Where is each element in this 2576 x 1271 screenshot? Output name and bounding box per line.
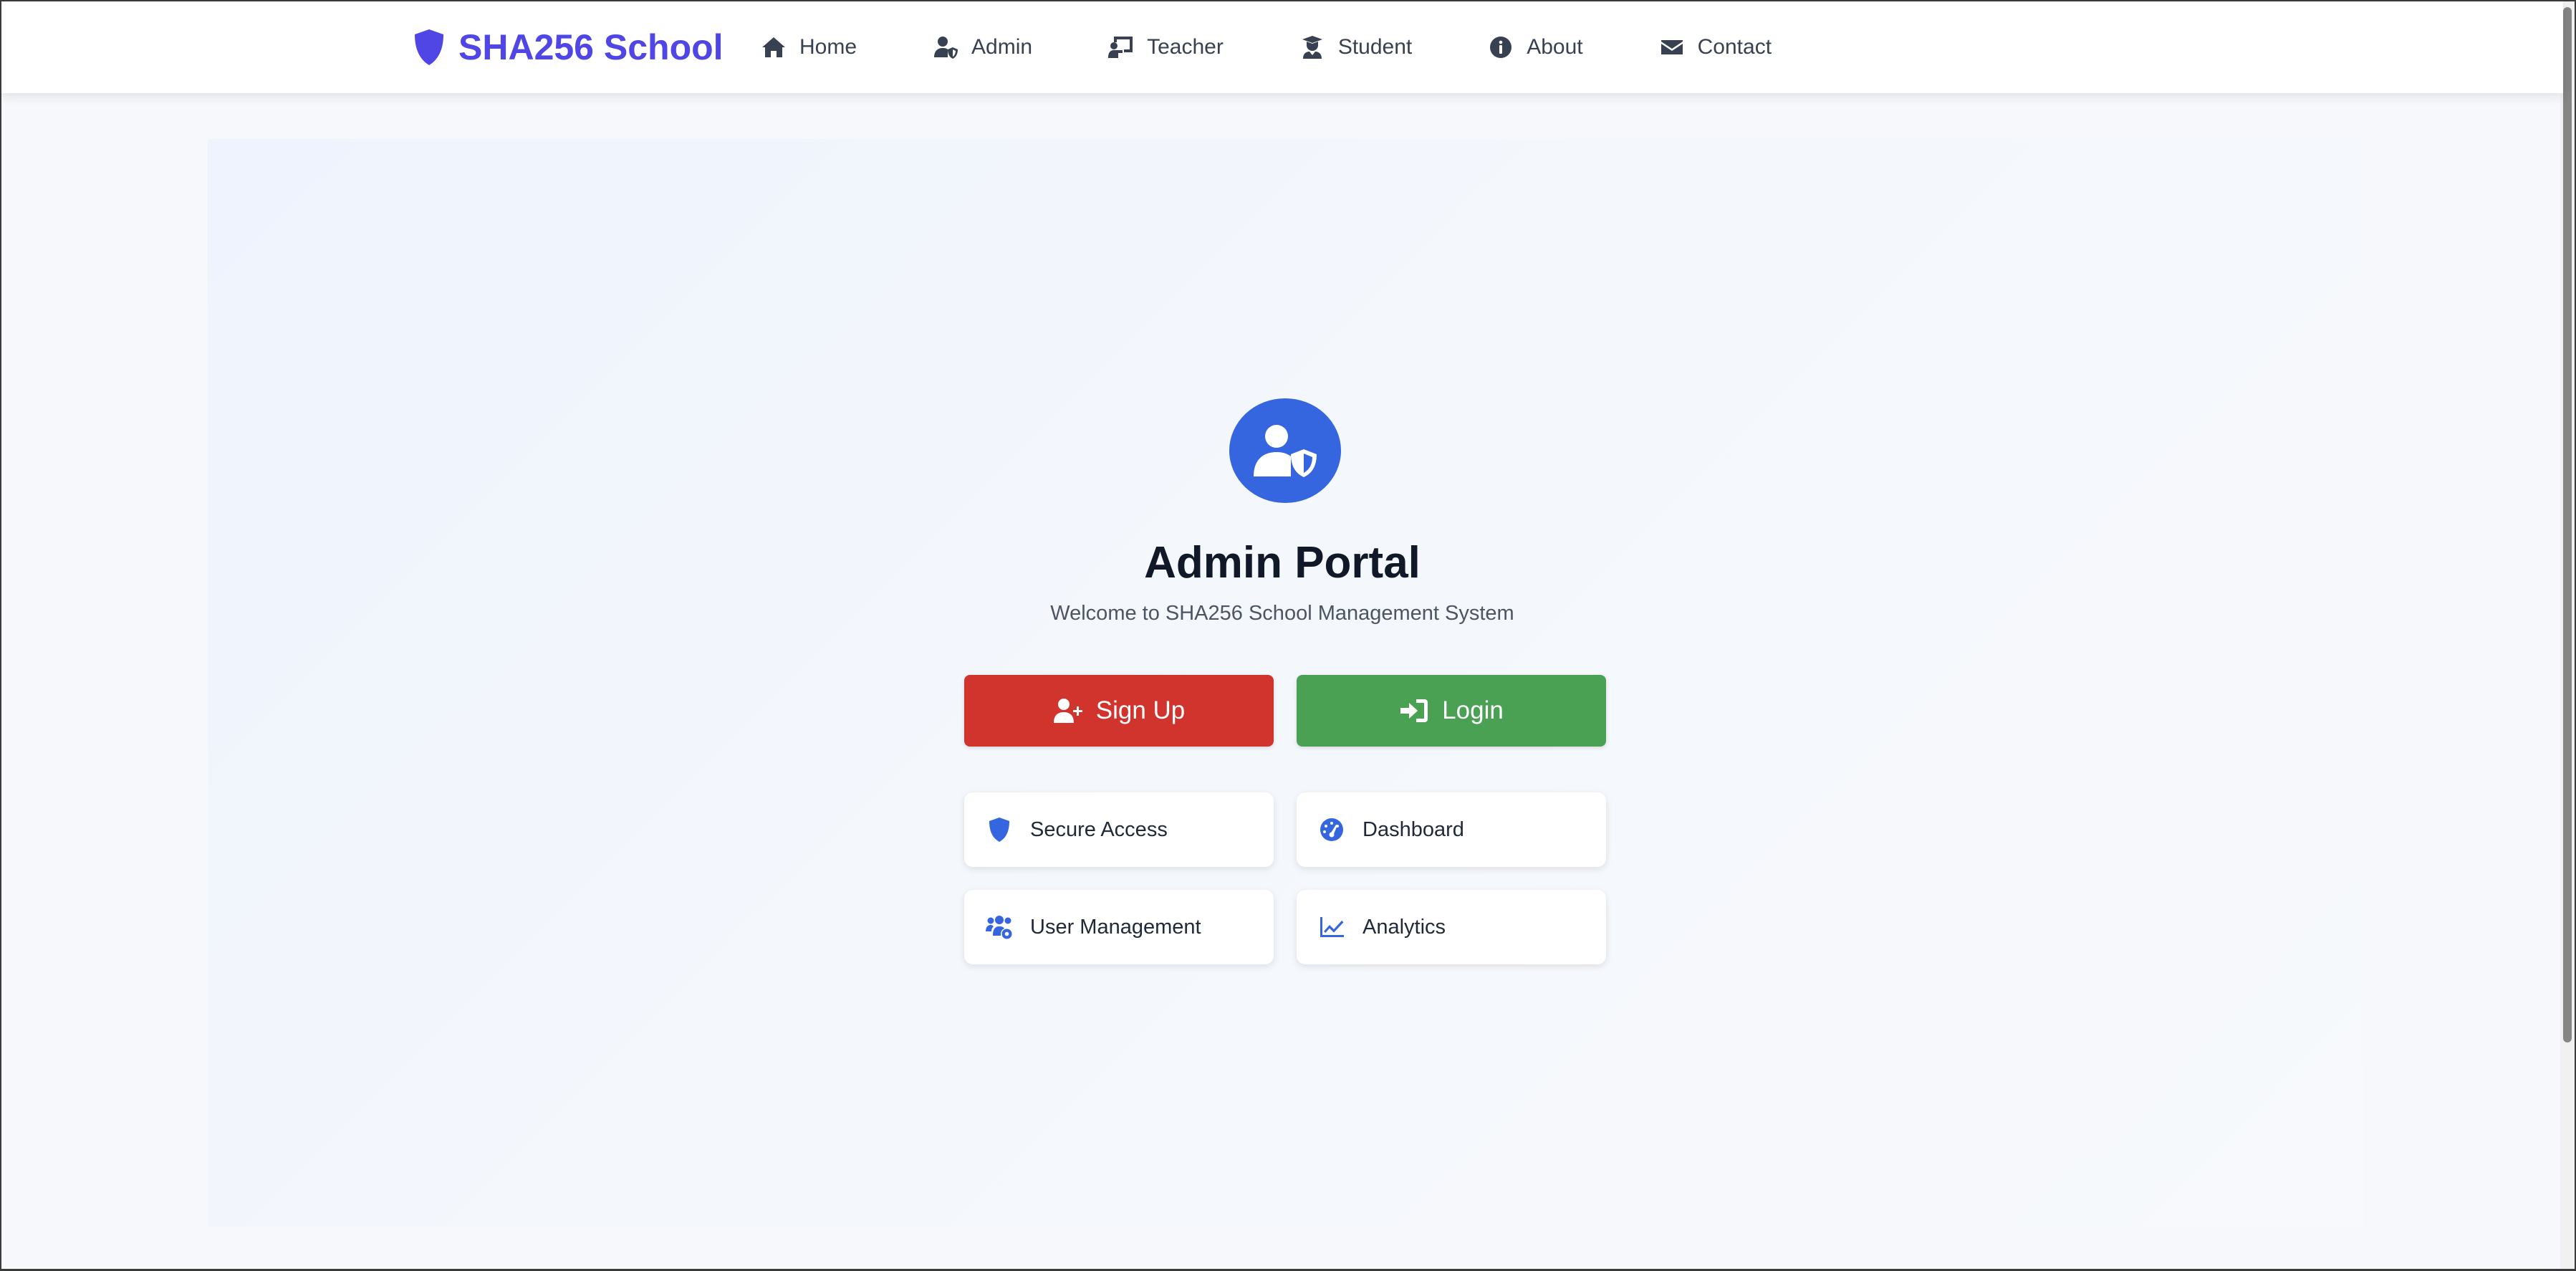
sign-up-label: Sign Up [1095,696,1186,724]
info-circle-icon [1490,37,1512,58]
nav-label: Home [799,35,857,59]
nav-label: Admin [971,35,1033,59]
login-label: Login [1442,696,1504,724]
home-icon [762,37,785,57]
feature-label: User Management [1030,915,1201,939]
nav-label: Teacher [1147,35,1224,59]
nav-label: Contact [1697,35,1772,59]
scrollbar-thumb[interactable] [2563,7,2572,1042]
user-graduate-icon [1302,36,1322,59]
feature-label: Dashboard [1363,817,1464,841]
feature-card-secure-access[interactable]: Secure Access [964,792,1274,867]
hero-panel [208,139,2363,1227]
page-subtitle: Welcome to SHA256 School Management Syst… [1050,602,1514,625]
nav-item-student[interactable]: Student [1299,34,1412,60]
user-plus-icon [1053,699,1082,723]
nav-item-home[interactable]: Home [761,34,857,60]
envelope-icon [1661,40,1683,54]
login-button[interactable]: Login [1297,675,1606,747]
nav-label: Student [1337,35,1413,59]
nav-item-contact[interactable]: Contact [1659,34,1772,60]
feature-label: Secure Access [1030,817,1168,841]
user-shield-icon [934,37,958,59]
user-shield-icon [1254,425,1317,477]
vertical-scrollbar[interactable] [2560,1,2575,1269]
users-cog-icon [986,916,1012,939]
shield-icon [989,817,1009,842]
nav-item-teacher[interactable]: Teacher [1108,34,1224,60]
top-navbar: SHA256 School Home Admin Teacher Student… [1,1,2563,93]
nav-links: Home Admin Teacher Student About Contact [761,1,1847,93]
nav-label: About [1527,35,1583,59]
chart-line-icon [1320,917,1344,937]
chalkboard-teacher-icon [1108,37,1133,58]
sign-up-button[interactable]: Sign Up [964,675,1274,747]
browser-viewport: SHA256 School Home Admin Teacher Student… [0,0,2576,1271]
brand-logo[interactable]: SHA256 School [413,23,724,72]
brand-name: SHA256 School [458,27,724,67]
nav-item-admin[interactable]: Admin [933,34,1032,60]
feature-card-user-management[interactable]: User Management [964,890,1274,964]
feature-label: Analytics [1363,915,1446,939]
feature-card-dashboard[interactable]: Dashboard [1297,792,1606,867]
sign-in-icon [1400,699,1428,722]
feature-card-analytics[interactable]: Analytics [1297,890,1606,964]
page-title: Admin Portal [1144,538,1421,587]
nav-item-about[interactable]: About [1488,34,1583,60]
dashboard-gauge-icon [1320,818,1343,841]
shield-icon [415,29,443,65]
admin-avatar [1229,398,1341,503]
